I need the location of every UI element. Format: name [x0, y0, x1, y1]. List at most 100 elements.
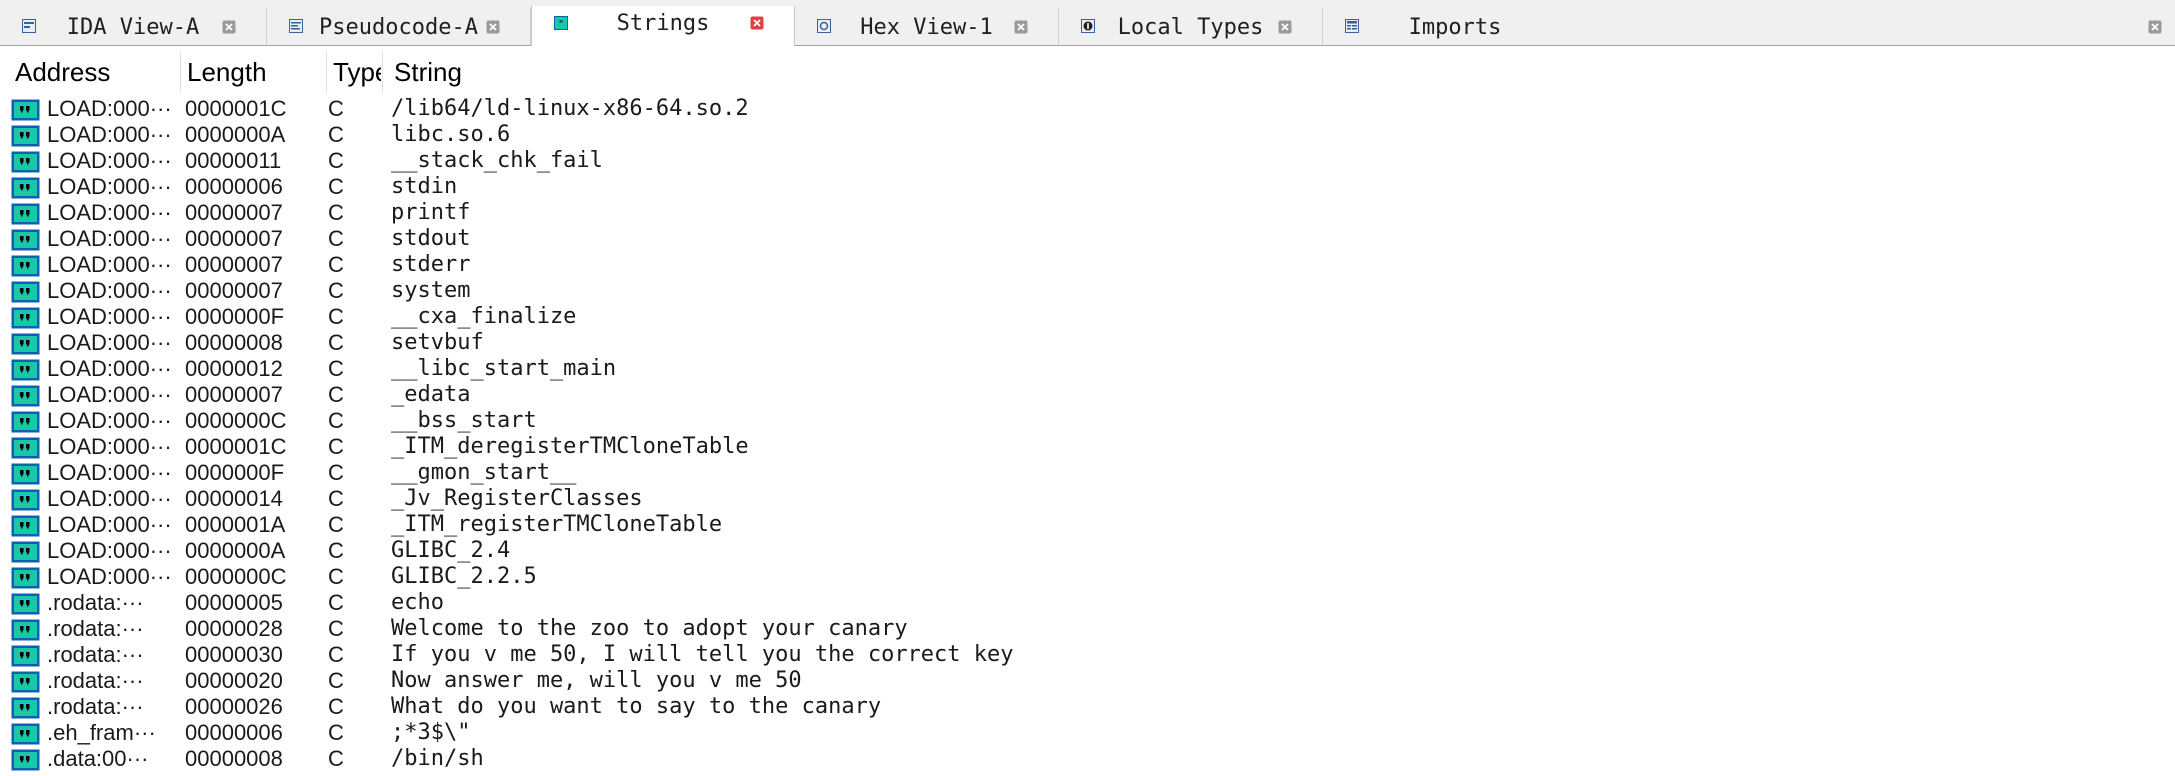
column-divider[interactable]: [326, 52, 327, 92]
tab-label: Imports: [1408, 15, 1502, 40]
string-literal-icon: [11, 671, 40, 693]
table-row[interactable]: LOAD:000··· 0000000F C __cxa_finalize: [0, 304, 2175, 330]
cell-string: stderr: [391, 252, 471, 277]
cell-string: libc.so.6: [391, 122, 511, 147]
string-literal-icon: [11, 151, 40, 173]
column-header-type[interactable]: Type: [328, 52, 381, 92]
cell-length: 00000020: [185, 668, 283, 693]
cell-length: 0000000A: [185, 538, 286, 563]
tab-imports[interactable]: Imports: [1323, 8, 2175, 45]
table-row[interactable]: LOAD:000··· 00000006 Cstdin: [0, 174, 2175, 200]
table-row[interactable]: LOAD:000··· 0000000F C __gmon_start__: [0, 460, 2175, 486]
cell-address: .rodata:···: [47, 694, 144, 719]
cell-string: _ITM_registerTMCloneTable: [391, 512, 723, 537]
close-icon[interactable]: [1278, 20, 1292, 34]
table-row[interactable]: LOAD:000··· 00000007 Csystem: [0, 278, 2175, 304]
string-literal-icon: [11, 567, 40, 589]
cell-length: 00000028: [185, 616, 283, 641]
table-row[interactable]: LOAD:000··· 0000001C C _ITM_deregisterTMClo…: [0, 434, 2175, 460]
tab-local-types[interactable]: Local Types: [1059, 8, 1323, 45]
string-literal-icon: [11, 359, 40, 381]
string-literal-icon: [11, 177, 40, 199]
table-row[interactable]: LOAD:000··· 00000007 C _edata: [0, 382, 2175, 408]
cell-string: ;*3$\": [391, 720, 471, 745]
tab-ida-view-a[interactable]: IDA View-A: [0, 8, 267, 45]
close-icon[interactable]: [222, 20, 236, 34]
cell-address: LOAD:000···: [47, 460, 172, 485]
strings-table-header: Address Length Type String: [0, 52, 2175, 92]
table-row[interactable]: LOAD:000··· 0000000C C GLIBC_2.2.5: [0, 564, 2175, 590]
tab-strings[interactable]: " Strings: [531, 6, 795, 46]
cell-type: C: [328, 434, 344, 459]
table-row[interactable]: .rodata:··· 00000030 C If you v me 50, I wi…: [0, 642, 2175, 668]
cell-length: 00000006: [185, 720, 283, 745]
table-row[interactable]: LOAD:000··· 00000007 Cstderr: [0, 252, 2175, 278]
cell-type: C: [328, 330, 344, 355]
tab-hex-view-1[interactable]: Hex View-1: [795, 8, 1059, 45]
cell-type: C: [328, 122, 344, 147]
cell-address: LOAD:000···: [47, 356, 172, 381]
cell-string: _edata: [391, 382, 471, 407]
string-literal-icon: [11, 385, 40, 407]
column-header-address[interactable]: Address: [10, 52, 180, 92]
cell-address: LOAD:000···: [47, 226, 172, 251]
table-row[interactable]: LOAD:000··· 0000001C C/lib64/ld-linux-x86-…: [0, 96, 2175, 122]
table-row[interactable]: LOAD:000··· 00000008 Csetvbuf: [0, 330, 2175, 356]
cell-string: setvbuf: [391, 330, 484, 355]
tab-pseudocode-a[interactable]: Pseudocode-A: [267, 8, 531, 45]
cell-address: LOAD:000···: [47, 278, 172, 303]
cell-string: stdout: [391, 226, 471, 251]
close-icon[interactable]: [750, 16, 764, 30]
close-icon[interactable]: [1014, 20, 1028, 34]
string-literal-icon: [11, 255, 40, 277]
cell-string: Welcome to the zoo to adopt your canary: [391, 616, 908, 641]
close-icon[interactable]: [486, 20, 500, 34]
cell-address: LOAD:000···: [47, 252, 172, 277]
table-row[interactable]: .rodata:··· 00000028 C Welcome to the zoo t…: [0, 616, 2175, 642]
cell-length: 00000007: [185, 226, 283, 251]
table-row[interactable]: LOAD:000··· 0000000C C __bss_start: [0, 408, 2175, 434]
cell-length: 00000005: [185, 590, 283, 615]
cell-length: 00000014: [185, 486, 283, 511]
cell-length: 00000007: [185, 252, 283, 277]
cell-type: C: [328, 460, 344, 485]
cell-length: 0000000A: [185, 122, 286, 147]
table-row[interactable]: LOAD:000··· 00000014 C _Jv_RegisterClasses: [0, 486, 2175, 512]
table-row[interactable]: .rodata:··· 00000005 Cecho: [0, 590, 2175, 616]
cell-length: 0000001C: [185, 434, 287, 459]
cell-length: 0000001C: [185, 96, 287, 121]
cell-string: If you v me 50, I will tell you the corr…: [391, 642, 1014, 667]
table-row[interactable]: LOAD:000··· 0000000A C GLIBC_2.4: [0, 538, 2175, 564]
column-divider[interactable]: [382, 52, 383, 92]
table-row[interactable]: LOAD:000··· 0000001A C _ITM_registerTMClone…: [0, 512, 2175, 538]
string-literal-icon: [11, 463, 40, 485]
cell-type: C: [328, 200, 344, 225]
cell-type: C: [328, 408, 344, 433]
cell-address: LOAD:000···: [47, 96, 172, 121]
table-row[interactable]: .rodata:··· 00000020 C Now answer me, will …: [0, 668, 2175, 694]
table-row[interactable]: LOAD:000··· 00000011 C __stack_chk_fail: [0, 148, 2175, 174]
table-row[interactable]: LOAD:000··· 00000007 Cstdout: [0, 226, 2175, 252]
cell-type: C: [328, 226, 344, 251]
string-literal-icon: [11, 645, 40, 667]
close-icon[interactable]: [2148, 20, 2162, 34]
column-header-string[interactable]: String: [389, 52, 889, 92]
table-row[interactable]: LOAD:000··· 00000007 Cprintf: [0, 200, 2175, 226]
table-row[interactable]: .rodata:··· 00000026 C What do you want to …: [0, 694, 2175, 720]
cell-length: 0000000F: [185, 304, 285, 329]
cell-string: Now answer me, will you v me 50: [391, 668, 802, 693]
table-row[interactable]: .data:00··· 00000008 C/bin/sh: [0, 746, 2175, 772]
string-literal-icon: [11, 437, 40, 459]
table-row[interactable]: LOAD:000··· 00000012 C __libc_start_main: [0, 356, 2175, 382]
string-literal-icon: [11, 333, 40, 355]
table-row[interactable]: LOAD:000··· 0000000A Clibc.so.6: [0, 122, 2175, 148]
cell-length: 00000030: [185, 642, 283, 667]
cell-type: C: [328, 512, 344, 537]
column-divider[interactable]: [180, 52, 181, 92]
column-header-length[interactable]: Length: [182, 52, 325, 92]
cell-type: C: [328, 278, 344, 303]
cell-address: LOAD:000···: [47, 408, 172, 433]
table-row[interactable]: .eh_fram··· 00000006 C ;*3$\": [0, 720, 2175, 746]
cell-length: 0000000F: [185, 460, 285, 485]
cell-type: C: [328, 148, 344, 173]
